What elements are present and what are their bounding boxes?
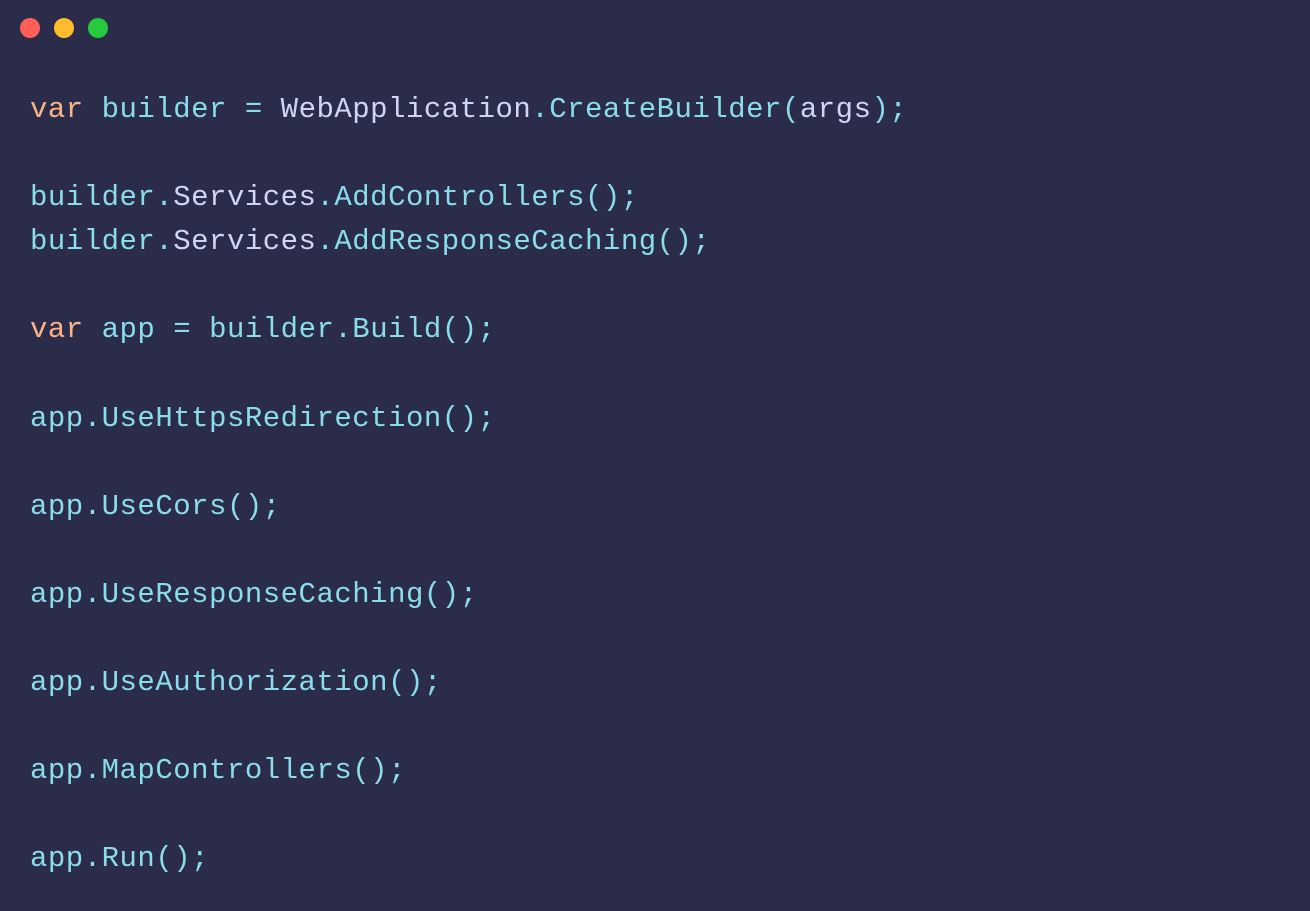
code-token: var	[30, 93, 84, 126]
code-token: ;	[424, 666, 442, 699]
code-token: )	[872, 93, 890, 126]
code-token: app	[102, 313, 156, 346]
code-token: MapControllers	[102, 754, 353, 787]
code-token: UseCors	[102, 490, 227, 523]
code-token: =	[173, 313, 191, 346]
minimize-icon[interactable]	[54, 18, 74, 38]
code-token: builder	[209, 313, 334, 346]
code-token: .	[155, 181, 173, 214]
code-token: ()	[352, 754, 388, 787]
code-token: ()	[657, 225, 693, 258]
code-token: .	[334, 313, 352, 346]
code-token: .	[84, 754, 102, 787]
code-token: .	[84, 666, 102, 699]
code-token: app	[30, 754, 84, 787]
code-token: builder	[30, 225, 155, 258]
code-token: ()	[155, 842, 191, 875]
code-token: ;	[478, 313, 496, 346]
code-token: Services	[173, 225, 316, 258]
maximize-icon[interactable]	[88, 18, 108, 38]
code-token: Run	[102, 842, 156, 875]
code-token: ;	[692, 225, 710, 258]
code-token: ()	[227, 490, 263, 523]
code-token: UseHttpsRedirection	[102, 402, 442, 435]
code-token: .	[316, 181, 334, 214]
code-token: ()	[442, 402, 478, 435]
code-token: .	[84, 402, 102, 435]
code-token: .	[84, 578, 102, 611]
code-token: =	[245, 93, 263, 126]
code-token: Services	[173, 181, 316, 214]
code-token: .	[155, 225, 173, 258]
close-icon[interactable]	[20, 18, 40, 38]
code-token: builder	[102, 93, 227, 126]
code-token: .	[316, 225, 334, 258]
code-token: app	[30, 842, 84, 875]
code-token: .	[531, 93, 549, 126]
code-token: app	[30, 402, 84, 435]
code-token: ()	[442, 313, 478, 346]
code-token: app	[30, 490, 84, 523]
code-token: ;	[460, 578, 478, 611]
code-editor[interactable]: var builder = WebApplication.CreateBuild…	[0, 38, 1310, 911]
code-token: ;	[478, 402, 496, 435]
code-token: UseResponseCaching	[102, 578, 424, 611]
code-token: WebApplication	[281, 93, 532, 126]
code-token: .	[84, 842, 102, 875]
code-window: var builder = WebApplication.CreateBuild…	[0, 0, 1310, 904]
code-token: builder	[30, 181, 155, 214]
window-titlebar	[0, 0, 1310, 38]
code-token: ()	[388, 666, 424, 699]
code-token: .	[84, 490, 102, 523]
code-token: ;	[388, 754, 406, 787]
code-token: UseAuthorization	[102, 666, 388, 699]
code-token: app	[30, 578, 84, 611]
code-token: ;	[191, 842, 209, 875]
code-token: CreateBuilder	[549, 93, 782, 126]
code-token: ;	[889, 93, 907, 126]
code-token: args	[800, 93, 872, 126]
code-token: app	[30, 666, 84, 699]
code-token: Build	[352, 313, 442, 346]
code-token: (	[782, 93, 800, 126]
code-token: AddControllers	[334, 181, 585, 214]
code-token: ;	[621, 181, 639, 214]
code-token: var	[30, 313, 84, 346]
code-token: ()	[424, 578, 460, 611]
code-token: ;	[263, 490, 281, 523]
code-token: ()	[585, 181, 621, 214]
code-token: AddResponseCaching	[334, 225, 656, 258]
